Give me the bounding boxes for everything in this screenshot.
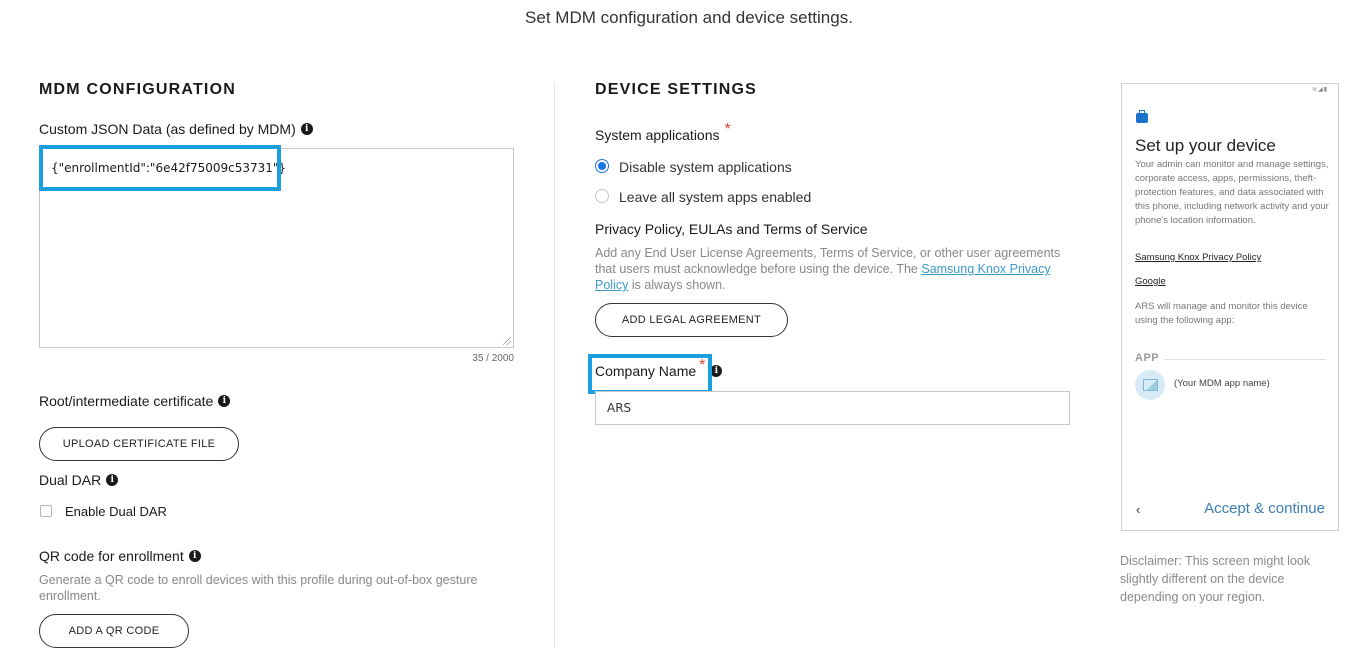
- preview-manage-text: ARS will manage and monitor this device …: [1135, 301, 1308, 326]
- briefcase-icon: [1136, 110, 1148, 123]
- upload-certificate-button[interactable]: UPLOAD CERTIFICATE FILE: [39, 427, 239, 461]
- resize-grip-icon[interactable]: [503, 337, 511, 345]
- info-icon[interactable]: i: [300, 123, 313, 135]
- required-mark: *: [724, 121, 731, 138]
- custom-json-label: Custom JSON Data (as defined by MDM) i: [39, 121, 313, 137]
- device-preview: ≋◢▮ Set up your device Your admin can mo…: [1121, 83, 1339, 531]
- company-name-label-text: Company Name: [595, 363, 697, 379]
- preview-app-heading: APP: [1135, 352, 1160, 364]
- preview-app-divider: [1164, 359, 1326, 360]
- root-cert-label-text: Root/intermediate certificate: [39, 393, 214, 409]
- radio-disable-system-apps-label: Disable system applications: [619, 159, 792, 175]
- dual-dar-label: Dual DAR i: [39, 472, 119, 488]
- privacy-policy-description: Add any End User License Agreements, Ter…: [595, 245, 1070, 293]
- add-legal-agreement-button[interactable]: ADD LEGAL AGREEMENT: [595, 303, 788, 337]
- qr-code-description: Generate a QR code to enroll devices wit…: [39, 573, 478, 603]
- preview-app-name: (Your MDM app name): [1174, 378, 1270, 389]
- status-bar-icons: ≋◢▮: [1312, 87, 1328, 93]
- info-icon[interactable]: i: [710, 365, 723, 377]
- qr-code-label-text: QR code for enrollment: [39, 548, 184, 564]
- privacy-desc-after: is always shown.: [628, 278, 726, 292]
- custom-json-value: {"enrollmentId":"6e42f75009c53731"}: [51, 161, 287, 175]
- enable-dual-dar-label: Enable Dual DAR: [65, 504, 167, 519]
- privacy-policy-title: Privacy Policy, EULAs and Terms of Servi…: [595, 221, 868, 237]
- disclaimer: Disclaimer: This screen might look sligh…: [1120, 554, 1311, 604]
- column-divider: [554, 82, 555, 648]
- device-section-title: DEVICE SETTINGS: [595, 81, 758, 98]
- page-subtitle: Set MDM configuration and device setting…: [525, 8, 853, 27]
- dual-dar-label-text: Dual DAR: [39, 472, 102, 488]
- radio-leave-system-apps-label: Leave all system apps enabled: [619, 189, 812, 205]
- qr-code-label: QR code for enrollment i: [39, 548, 201, 564]
- enable-dual-dar-checkbox[interactable]: [40, 505, 52, 517]
- info-icon[interactable]: i: [106, 474, 119, 486]
- root-cert-label: Root/intermediate certificate i: [39, 393, 231, 409]
- preview-description: Your admin can monitor and manage settin…: [1135, 159, 1329, 226]
- custom-json-textarea[interactable]: {"enrollmentId":"6e42f75009c53731"}: [39, 148, 514, 348]
- preview-accept-button[interactable]: Accept & continue: [1204, 500, 1325, 517]
- system-apps-label: System applications *: [595, 121, 731, 144]
- info-icon[interactable]: i: [188, 550, 201, 562]
- image-placeholder-icon: [1135, 370, 1165, 400]
- company-name-input[interactable]: ARS: [595, 391, 1070, 425]
- char-count: 35 / 2000: [472, 353, 514, 364]
- add-qr-code-button[interactable]: ADD A QR CODE: [39, 614, 189, 648]
- preview-google-link[interactable]: Google: [1135, 276, 1166, 287]
- required-mark: *: [699, 357, 706, 374]
- system-apps-label-text: System applications: [595, 127, 720, 143]
- radio-disable-system-apps[interactable]: [595, 159, 609, 173]
- radio-leave-system-apps[interactable]: [595, 189, 609, 203]
- info-icon[interactable]: i: [218, 395, 231, 407]
- custom-json-label-text: Custom JSON Data (as defined by MDM): [39, 121, 296, 137]
- mdm-section-title: MDM CONFIGURATION: [39, 81, 236, 98]
- preview-knox-privacy-link[interactable]: Samsung Knox Privacy Policy: [1135, 252, 1261, 263]
- back-chevron-icon[interactable]: ‹: [1136, 502, 1140, 517]
- preview-title: Set up your device: [1135, 136, 1276, 155]
- company-name-label: Company Name * i: [595, 357, 723, 380]
